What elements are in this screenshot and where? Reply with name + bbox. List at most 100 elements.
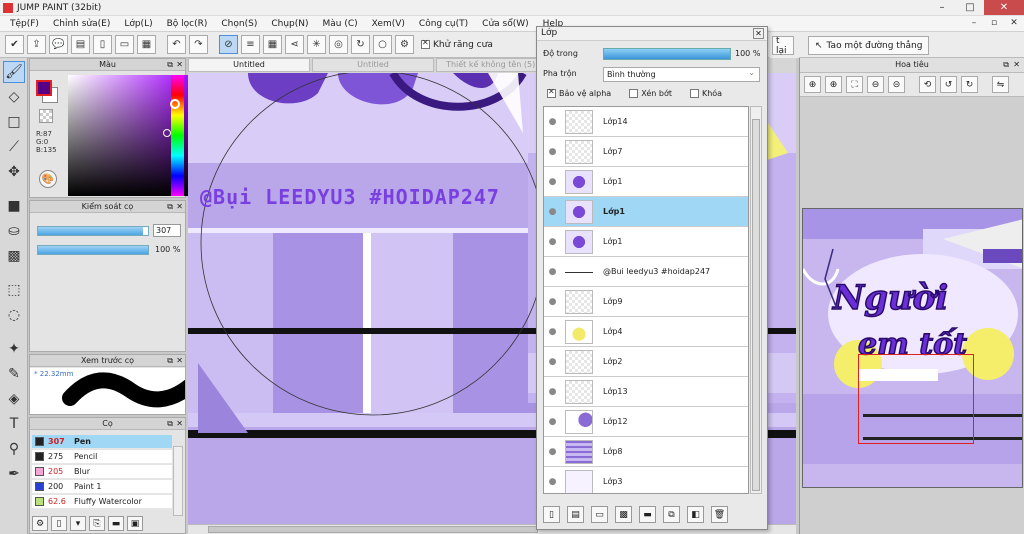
transparent-color-swatch[interactable] (39, 109, 53, 123)
antialias-option[interactable]: Khử răng cưa (421, 38, 493, 50)
line-tool-icon[interactable]: ⟋ (3, 136, 25, 158)
radial-ruler-icon[interactable]: ✳ (307, 35, 326, 54)
snap-off-icon[interactable]: ⊘ (219, 35, 238, 54)
rotate-reset-icon[interactable]: ⟲ (919, 76, 936, 93)
maximize-button[interactable]: □ (956, 0, 984, 15)
layer-visibility-icon[interactable]: ● (544, 357, 561, 367)
rectangle-tool-icon[interactable]: □ (3, 111, 25, 133)
select-eraser-tool-icon[interactable]: ◈ (3, 388, 25, 410)
brush-tool-icon[interactable]: 🖌 (3, 61, 25, 83)
brush-item-blur[interactable]: 205 Blur (32, 465, 172, 479)
undo-icon[interactable]: ↶ (167, 35, 186, 54)
detach-icon[interactable]: ⧉ (167, 355, 173, 366)
brush-settings-icon[interactable]: ⚙ (32, 516, 48, 531)
brush-group-icon[interactable]: ▣ (127, 516, 143, 531)
hue-slider-handle[interactable] (170, 99, 180, 109)
brush-menu-icon[interactable]: ▾ (70, 516, 86, 531)
check-icon[interactable]: ✔ (5, 35, 24, 54)
lasso-tool-icon[interactable]: ◌ (3, 304, 25, 326)
lock-checkbox[interactable] (689, 89, 699, 98)
comment-icon[interactable]: 💬 (49, 35, 68, 54)
layer-row[interactable]: ● Lớp12 (544, 407, 748, 437)
menu-window[interactable]: Cửa sổ(W) (475, 19, 535, 29)
brush-opacity-slider[interactable] (37, 245, 149, 255)
menu-select[interactable]: Chọn(S) (214, 19, 264, 29)
new-brush-icon[interactable]: ▯ (51, 516, 67, 531)
parallel-ruler-icon[interactable]: ≡ (241, 35, 260, 54)
layer-visibility-icon[interactable]: ● (544, 237, 561, 247)
blend-mode-select[interactable]: Bình thường (603, 66, 760, 82)
layer-row[interactable]: ● Lớp14 (544, 107, 748, 137)
eyedropper-tool-icon[interactable]: ⚲ (3, 438, 25, 460)
move-tool-icon[interactable]: ✥ (3, 161, 25, 183)
page-icon[interactable]: ▯ (93, 35, 112, 54)
doc-close-button[interactable]: ✕ (1004, 16, 1024, 30)
navigator-thumbnail[interactable]: Người em tốt (802, 208, 1023, 488)
layer-visibility-icon[interactable]: ● (544, 267, 561, 277)
layer-list-scrollbar[interactable] (750, 106, 762, 494)
menu-file[interactable]: Tệp(F) (3, 19, 46, 29)
detach-icon[interactable]: ⧉ (167, 418, 173, 429)
minimize-button[interactable]: – (928, 0, 956, 15)
scrollbar-thumb[interactable] (752, 119, 760, 491)
reset-button[interactable]: t lại (772, 36, 794, 56)
hue-slider[interactable] (170, 75, 184, 196)
layer-visibility-icon[interactable]: ● (544, 447, 561, 457)
new-folder-icon[interactable]: ▬ (639, 506, 656, 523)
curve-ruler-icon[interactable]: ↻ (351, 35, 370, 54)
layer-visibility-icon[interactable]: ● (544, 387, 561, 397)
delete-layer-icon[interactable]: 🗑 (711, 506, 728, 523)
select-rect-tool-icon[interactable]: ⬚ (3, 279, 25, 301)
layer-visibility-icon[interactable]: ● (544, 147, 561, 157)
concentric-ruler-icon[interactable]: ◎ (329, 35, 348, 54)
brush-item-paint-1[interactable]: 200 Paint 1 (32, 480, 172, 494)
menu-tools[interactable]: Công cụ(T) (412, 19, 475, 29)
panel-close-icon[interactable]: ✕ (176, 59, 183, 70)
rotate-left-icon[interactable]: ↺ (940, 76, 957, 93)
layer-visibility-icon[interactable]: ● (544, 117, 561, 127)
layer-opacity-slider[interactable] (603, 48, 731, 60)
layer-row[interactable]: ● Lớp1 (544, 167, 748, 197)
layer-visibility-icon[interactable]: ● (544, 207, 561, 217)
brush-item-pencil[interactable]: 275 Pencil (32, 450, 172, 464)
merge-layer-icon[interactable]: ⧉ (663, 506, 680, 523)
brush-size-slider[interactable] (37, 226, 149, 236)
scrollbar-thumb[interactable] (208, 526, 538, 533)
menu-edit[interactable]: Chỉnh sửa(E) (46, 19, 117, 29)
panel-close-icon[interactable]: ✕ (176, 418, 183, 429)
fill-rect-tool-icon[interactable]: ■ (3, 195, 25, 217)
layer-row[interactable]: ● Lớp1 (544, 197, 748, 227)
fit-screen-icon[interactable]: ⛶ (846, 76, 863, 93)
menu-filter[interactable]: Bộ lọc(R) (160, 19, 215, 29)
new-layer-icon[interactable]: ▯ (543, 506, 560, 523)
actual-size-icon[interactable]: ⊝ (888, 76, 905, 93)
duplicate-layer-icon[interactable]: ▭ (591, 506, 608, 523)
menu-layer[interactable]: Lớp(L) (117, 19, 159, 29)
note-icon[interactable]: ▤ (71, 35, 90, 54)
screentone-layer-icon[interactable]: ▩ (615, 506, 632, 523)
brush-size-value[interactable]: 307 (153, 224, 181, 237)
lock-option[interactable]: Khóa (689, 89, 722, 98)
export-icon[interactable]: ⇪ (27, 35, 46, 54)
brush-item-pen[interactable]: 307 Pen (32, 435, 172, 449)
detach-icon[interactable]: ⧉ (1003, 58, 1009, 72)
clip-checkbox[interactable] (629, 89, 639, 98)
settings-ruler-icon[interactable]: ⚙ (395, 35, 414, 54)
redo-icon[interactable]: ↷ (189, 35, 208, 54)
brush-item-fluffy-watercolor[interactable]: 62.6 Fluffy Watercolor (32, 495, 172, 509)
layer-mask-icon[interactable]: ◧ (687, 506, 704, 523)
bucket-tool-icon[interactable]: ⛀ (3, 220, 25, 242)
flip-horizontal-icon[interactable]: ⇋ (992, 76, 1009, 93)
new-layer-menu-icon[interactable]: ▤ (567, 506, 584, 523)
copy-brush-icon[interactable]: ⎘ (89, 516, 105, 531)
panel-close-icon[interactable]: ✕ (1013, 58, 1020, 72)
rotate-right-icon[interactable]: ↻ (961, 76, 978, 93)
layer-visibility-icon[interactable]: ● (544, 177, 561, 187)
navigator-viewport-rect[interactable] (858, 354, 974, 444)
layer-visibility-icon[interactable]: ● (544, 417, 561, 427)
layer-visibility-icon[interactable]: ● (544, 297, 561, 307)
pen-tool-icon[interactable]: ✒ (3, 463, 25, 485)
palette-icon[interactable]: 🎨 (39, 170, 57, 188)
layer-row[interactable]: ● Lớp3 (544, 467, 748, 493)
text-tool-icon[interactable]: T (3, 413, 25, 435)
